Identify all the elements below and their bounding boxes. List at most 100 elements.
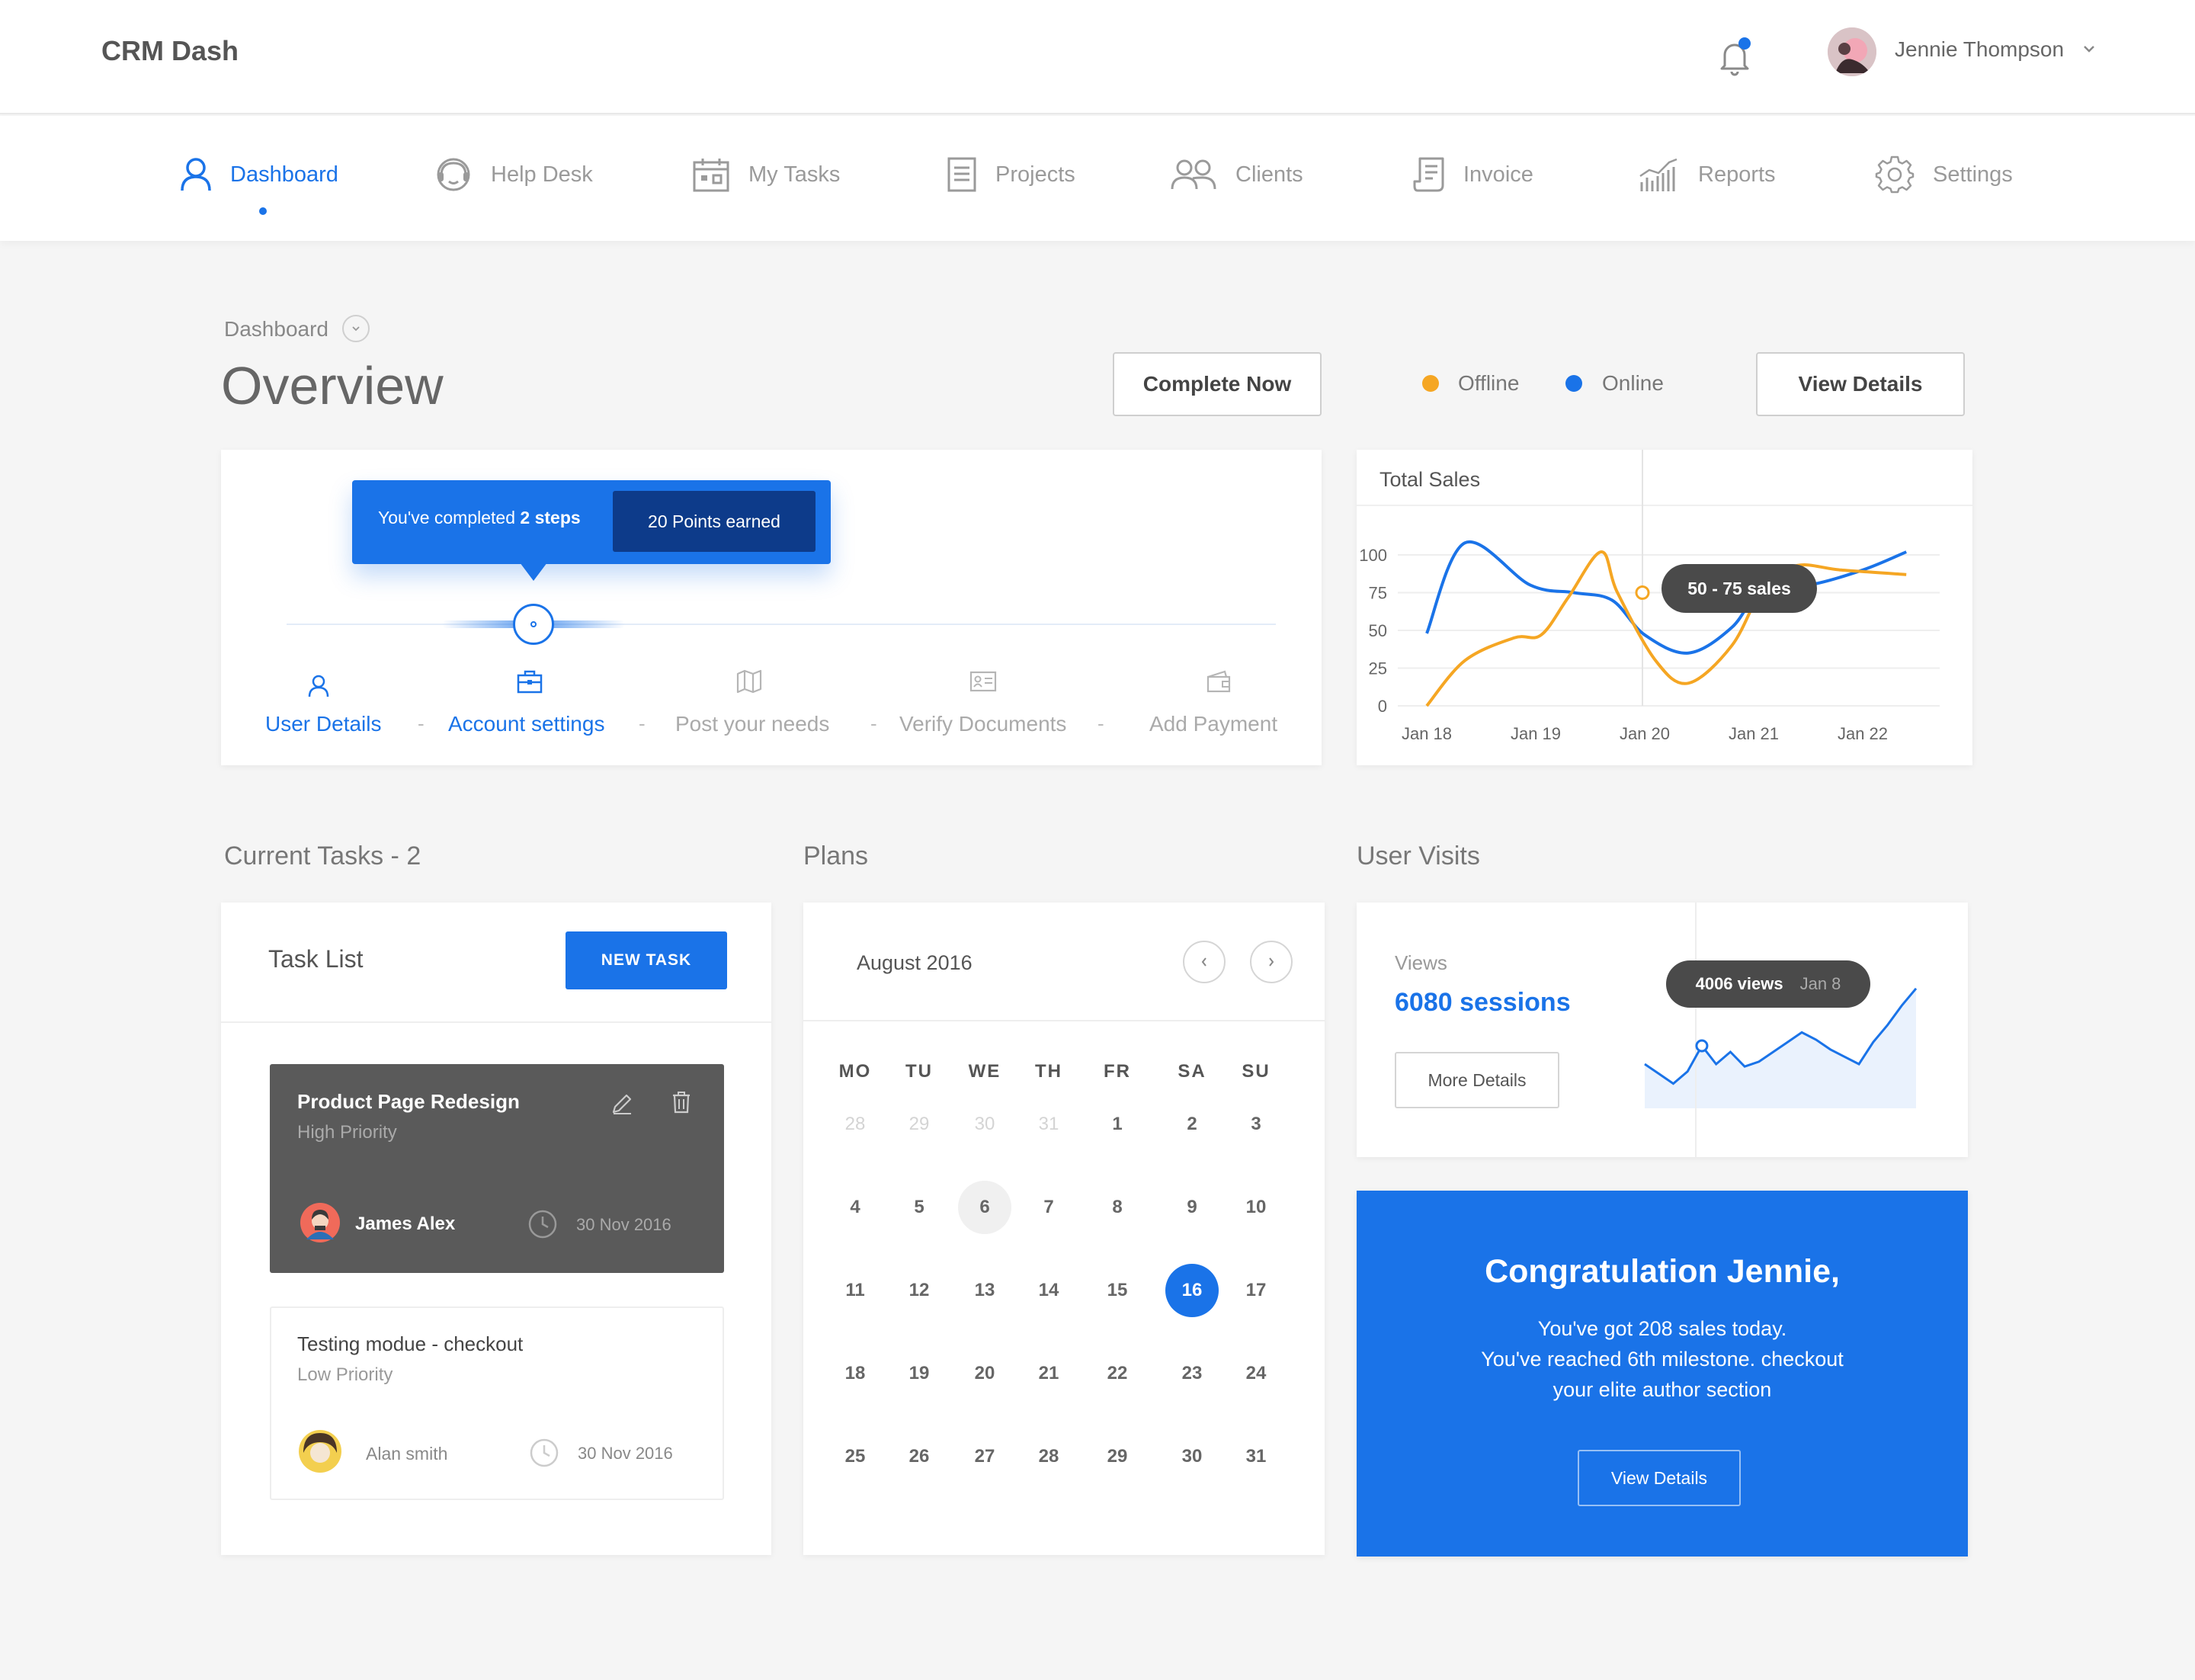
assignee-avatar bbox=[300, 1203, 340, 1242]
nav-help-desk[interactable]: Help Desk bbox=[434, 148, 593, 201]
nav-label: Reports bbox=[1698, 162, 1776, 187]
calendar-day[interactable]: 2 bbox=[1165, 1098, 1219, 1151]
notification-bell-icon[interactable] bbox=[1719, 37, 1754, 76]
calendar-day[interactable]: 26 bbox=[892, 1430, 946, 1483]
y-tick-label: 50 bbox=[1369, 621, 1387, 640]
task-title: Testing modue - checkout bbox=[297, 1332, 524, 1355]
calendar-day[interactable]: 11 bbox=[828, 1264, 882, 1317]
calendar-day[interactable]: 8 bbox=[1091, 1181, 1144, 1234]
y-tick-label: 75 bbox=[1369, 584, 1387, 603]
calendar-day[interactable]: 29 bbox=[1091, 1430, 1144, 1483]
task-list-title: Task List bbox=[268, 945, 364, 973]
current-tasks-title: Current Tasks - 2 bbox=[224, 842, 421, 870]
prev-month-button[interactable] bbox=[1183, 941, 1226, 983]
more-details-button[interactable]: More Details bbox=[1395, 1052, 1559, 1108]
calendar-day[interactable]: 9 bbox=[1165, 1181, 1219, 1234]
calendar-day[interactable]: 31 bbox=[1229, 1430, 1283, 1483]
next-month-button[interactable] bbox=[1250, 941, 1293, 983]
calendar-day[interactable]: 16 bbox=[1165, 1264, 1219, 1317]
calendar-day[interactable]: 5 bbox=[892, 1181, 946, 1234]
step-user-details[interactable]: User Details bbox=[265, 712, 381, 736]
app-brand[interactable]: CRM Dash bbox=[101, 35, 239, 67]
user-avatar[interactable] bbox=[1828, 27, 1876, 76]
views-sparkline[interactable] bbox=[1631, 903, 1966, 1157]
step-account-settings[interactable]: Account settings bbox=[448, 712, 604, 736]
calendar-day[interactable]: 31 bbox=[1022, 1098, 1075, 1151]
offline-legend-label: Offline bbox=[1458, 371, 1520, 395]
calendar-day[interactable]: 24 bbox=[1229, 1347, 1283, 1400]
sessions-value: 6080 sessions bbox=[1395, 988, 1571, 1017]
calendar-day[interactable]: 7 bbox=[1022, 1181, 1075, 1234]
weekday-label: MO bbox=[838, 1061, 872, 1082]
nav-label: Dashboard bbox=[230, 162, 338, 187]
view-details-button[interactable]: View Details bbox=[1756, 352, 1965, 416]
calendar-day[interactable]: 6 bbox=[958, 1181, 1011, 1234]
calendar-day[interactable]: 29 bbox=[892, 1098, 946, 1151]
nav-invoice[interactable]: Invoice bbox=[1413, 148, 1533, 201]
complete-now-button[interactable]: Complete Now bbox=[1113, 352, 1322, 416]
calendar-day[interactable]: 28 bbox=[828, 1098, 882, 1151]
nav-reports[interactable]: Reports bbox=[1637, 148, 1776, 201]
calendar-day[interactable]: 13 bbox=[958, 1264, 1011, 1317]
congratulations-card: Congratulation Jennie, You've got 208 sa… bbox=[1357, 1191, 1968, 1557]
hover-point[interactable] bbox=[1635, 585, 1650, 600]
nav-clients[interactable]: Clients bbox=[1170, 148, 1303, 201]
calendar-day[interactable]: 30 bbox=[958, 1098, 1011, 1151]
nav-label: Help Desk bbox=[491, 162, 593, 187]
nav-my-tasks[interactable]: My Tasks bbox=[692, 148, 840, 201]
calendar-day[interactable]: 14 bbox=[1022, 1264, 1075, 1317]
total-sales-chart[interactable]: 0 25 50 75 100 Jan 18 Jan 19 Jan 20 Jan 21 Jan 22 bbox=[1357, 450, 1972, 765]
calendar-day[interactable]: 21 bbox=[1022, 1347, 1075, 1400]
calendar-day[interactable]: 10 bbox=[1229, 1181, 1283, 1234]
progress-handle[interactable] bbox=[513, 604, 554, 645]
task-priority: Low Priority bbox=[297, 1364, 393, 1385]
calendar-day[interactable]: 18 bbox=[828, 1347, 882, 1400]
calendar-day[interactable]: 4 bbox=[828, 1181, 882, 1234]
calendar-grid: 28 29 30 31 1 2 3 4 5 6 7 8 9 10 11 12 13 14 15 16 17 18 19 20 2… bbox=[803, 1098, 1325, 1525]
online-legend-label: Online bbox=[1602, 371, 1664, 395]
weekday-label: SU bbox=[1242, 1061, 1271, 1082]
calendar-day[interactable]: 30 bbox=[1165, 1430, 1219, 1483]
breadcrumb[interactable]: Dashboard bbox=[224, 317, 328, 341]
x-tick-label: Jan 22 bbox=[1838, 724, 1888, 743]
calendar-day[interactable]: 25 bbox=[828, 1430, 882, 1483]
step-post-your-needs[interactable]: Post your needs bbox=[675, 712, 829, 736]
weekday-label: SA bbox=[1178, 1061, 1206, 1082]
breadcrumb-chevron-down-icon[interactable] bbox=[342, 315, 370, 342]
tooltip-date: Jan 8 bbox=[1799, 974, 1841, 993]
calendar-day[interactable]: 23 bbox=[1165, 1347, 1219, 1400]
offline-legend-dot bbox=[1422, 375, 1439, 392]
sales-tooltip: 50 - 75 sales bbox=[1661, 564, 1817, 613]
calendar-day[interactable]: 1 bbox=[1091, 1098, 1144, 1151]
calendar-day[interactable]: 12 bbox=[892, 1264, 946, 1317]
calendar-day[interactable]: 22 bbox=[1091, 1347, 1144, 1400]
calendar-day[interactable]: 3 bbox=[1229, 1098, 1283, 1151]
calendar-day[interactable]: 19 bbox=[892, 1347, 946, 1400]
calendar-day[interactable]: 17 bbox=[1229, 1264, 1283, 1317]
user-icon bbox=[306, 674, 331, 698]
nav-label: Settings bbox=[1933, 162, 2013, 187]
weekday-label: FR bbox=[1104, 1061, 1131, 1082]
plans-title: Plans bbox=[803, 842, 869, 870]
hover-point[interactable] bbox=[1695, 1039, 1709, 1053]
edit-pencil-icon[interactable] bbox=[610, 1092, 634, 1116]
user-name[interactable]: Jennie Thompson bbox=[1895, 37, 2064, 62]
trash-icon[interactable] bbox=[671, 1090, 692, 1114]
calendar-day[interactable]: 27 bbox=[958, 1430, 1011, 1483]
task-card-high[interactable]: Product Page Redesign High Priority Jame… bbox=[270, 1064, 724, 1273]
new-task-button[interactable]: NEW TASK bbox=[566, 931, 727, 989]
nav-label: Invoice bbox=[1463, 162, 1533, 187]
step-verify-documents[interactable]: Verify Documents bbox=[899, 712, 1066, 736]
nav-settings[interactable]: Settings bbox=[1875, 148, 2013, 201]
chevron-down-icon[interactable] bbox=[2082, 44, 2096, 53]
nav-projects[interactable]: Projects bbox=[947, 148, 1075, 201]
assignee-name: Alan smith bbox=[366, 1444, 448, 1464]
calendar-day[interactable]: 15 bbox=[1091, 1264, 1144, 1317]
calendar-day[interactable]: 20 bbox=[958, 1347, 1011, 1400]
nav-dashboard[interactable]: Dashboard bbox=[180, 148, 338, 201]
calendar-day[interactable]: 28 bbox=[1022, 1430, 1075, 1483]
step-add-payment[interactable]: Add Payment bbox=[1149, 712, 1277, 736]
task-card-low[interactable]: Testing modue - checkout Low Priority Al… bbox=[270, 1306, 724, 1500]
nav-label: Clients bbox=[1235, 162, 1303, 187]
congrats-view-details-button[interactable]: View Details bbox=[1578, 1450, 1741, 1506]
